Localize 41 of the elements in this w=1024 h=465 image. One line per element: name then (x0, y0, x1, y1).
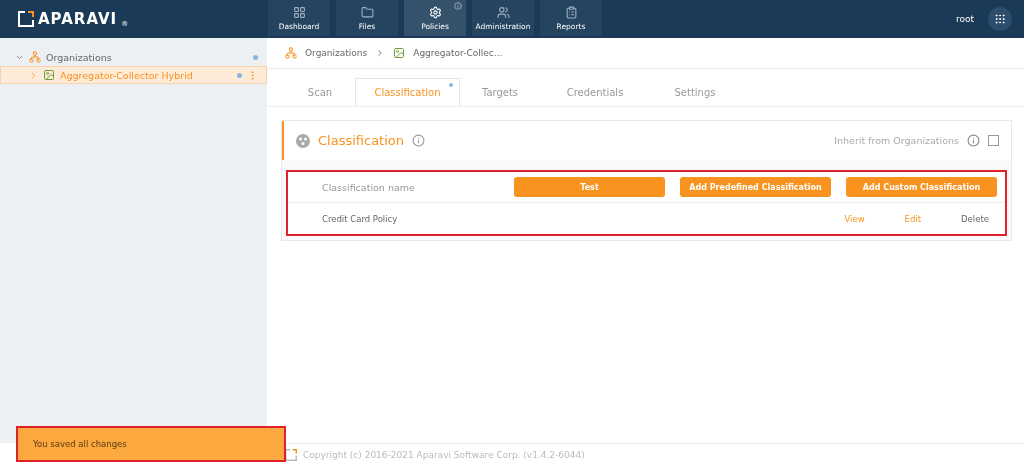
tab[interactable]: Classification (355, 78, 460, 106)
grid-icon (994, 13, 1006, 25)
inherit-label: Inherit from Organizations (834, 135, 959, 146)
tree-item-label: Aggregator-Collector Hybrid (60, 69, 193, 81)
breadcrumb-icon (393, 47, 406, 59)
tree-item[interactable]: Aggregator-Collector Hybrid (0, 66, 267, 84)
logo-icon (18, 11, 34, 27)
logo-text: APARAVI (38, 10, 118, 28)
row-action-link[interactable]: Edit (904, 213, 922, 224)
toast-message: You saved all changes (33, 439, 127, 449)
clipboard-icon (564, 5, 578, 19)
info-icon[interactable] (967, 134, 980, 147)
palette-icon (296, 133, 310, 148)
people-icon (496, 5, 510, 19)
chevron-right-icon[interactable] (29, 70, 38, 80)
row-action-link[interactable]: View (844, 213, 865, 224)
classification-name: Credit Card Policy (322, 213, 399, 224)
folder-icon (360, 5, 374, 19)
action-button[interactable]: Add Predefined Classification (680, 177, 831, 197)
dashboard-icon (292, 5, 306, 19)
footer-logo-icon (285, 448, 297, 461)
panel-title: Classification (318, 133, 405, 148)
settings-icon (428, 5, 442, 19)
tree-item-label: Organizations (46, 51, 112, 63)
action-button[interactable]: Test (514, 177, 665, 197)
breadcrumb-icon (285, 47, 297, 59)
breadcrumb-link[interactable]: Aggregator-Collec... (413, 48, 503, 58)
tree-node-icon (43, 69, 55, 81)
status-dot (253, 54, 258, 60)
column-header: Classification name (322, 181, 416, 193)
breadcrumb-link[interactable]: Organizations (305, 48, 368, 58)
inherit-checkbox[interactable] (988, 135, 999, 146)
row-action-link[interactable]: Delete (961, 213, 989, 224)
user-name: root (955, 14, 974, 24)
apps-menu-button[interactable] (988, 7, 1012, 31)
action-button[interactable]: Add Custom Classification (846, 177, 997, 197)
tree-item[interactable]: Organizations (0, 48, 267, 66)
tree-node-icon (29, 51, 41, 63)
status-dot (237, 72, 242, 78)
copyright-text: Copyright (c) 2016-2021 Aparavi Software Corp. (v1.4.2-6044) (303, 449, 585, 460)
info-icon[interactable] (412, 134, 426, 147)
